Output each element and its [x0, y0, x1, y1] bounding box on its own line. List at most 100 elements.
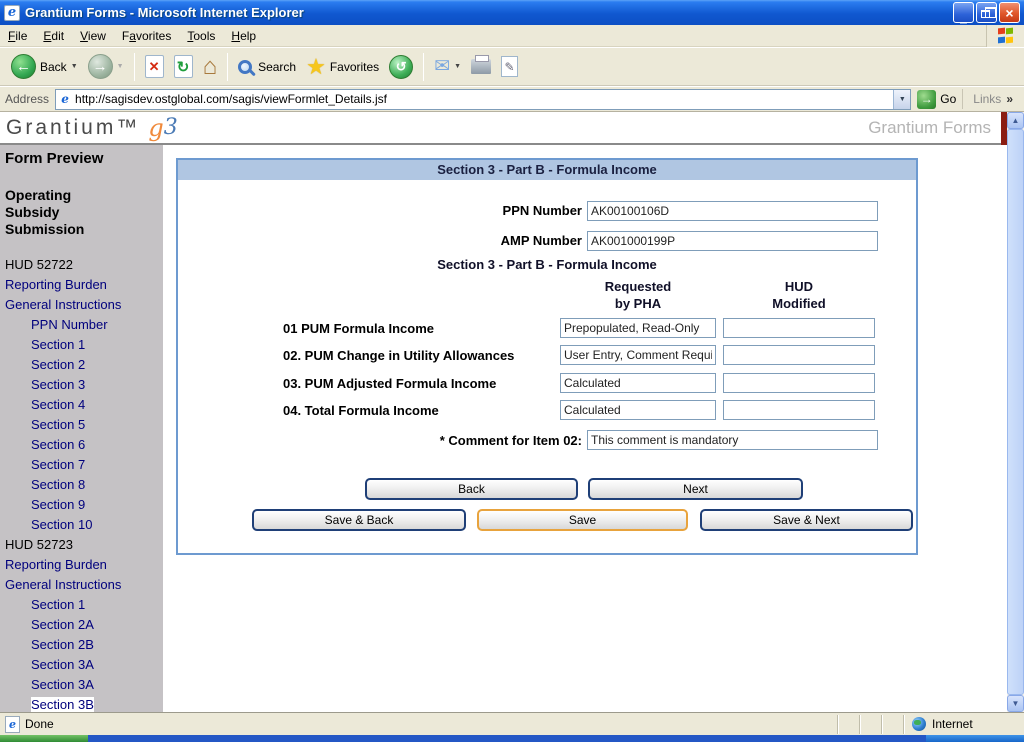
grantium-logo: Grantium™ — [6, 116, 140, 140]
search-icon — [238, 60, 252, 74]
sidebar-item-section-5[interactable]: Section 5 — [5, 415, 163, 435]
comment-input[interactable] — [587, 430, 878, 450]
links-menu[interactable]: Links » — [962, 89, 1019, 109]
restore-button[interactable] — [976, 2, 997, 23]
ppn-number-input[interactable] — [587, 201, 878, 221]
home-button[interactable]: ⌂ — [198, 53, 223, 81]
favorites-button[interactable]: ★ Favorites — [301, 54, 384, 80]
table-section-title: Section 3 - Part B - Formula Income — [178, 257, 916, 272]
sidebar-item-operating-subsidy-submission: Operating Subsidy Submission — [5, 187, 113, 238]
menu-tools[interactable]: Tools — [179, 27, 223, 45]
address-bar: Address e ▼ → Go Links » — [0, 87, 1024, 112]
save-button[interactable]: Save — [477, 509, 688, 531]
sidebar-item-form-preview: Form Preview — [5, 150, 163, 167]
hud-modified-input[interactable] — [723, 400, 875, 420]
logo-g: g — [148, 114, 163, 142]
sidebar-item-section-6[interactable]: Section 6 — [5, 435, 163, 455]
mail-icon: ✉ — [434, 55, 450, 78]
form-row: 01 PUM Formula Income — [178, 318, 916, 340]
sidebar-item-section-2a[interactable]: Section 2A — [5, 615, 163, 635]
sidebar-item-ppn-number[interactable]: PPN Number — [5, 315, 163, 335]
minimize-button[interactable]: _ — [953, 2, 974, 23]
forward-button[interactable]: → ▼ — [83, 52, 129, 81]
go-button[interactable]: → Go — [917, 90, 956, 109]
status-cell — [859, 715, 881, 734]
address-label: Address — [5, 92, 49, 106]
search-label: Search — [258, 60, 296, 74]
forward-icon: → — [88, 54, 113, 79]
form-section-header: Section 3 - Part B - Formula Income — [178, 160, 916, 180]
mail-button[interactable]: ✉ ▼ — [429, 53, 466, 80]
browser-toolbar: ← Back ▼ → ▼ ✕ ↻ ⌂ Search ★ Favorites ↺ — [0, 48, 1024, 86]
menu-view[interactable]: View — [72, 27, 114, 45]
page-content: Form Preview Operating Subsidy Submission… — [0, 145, 1007, 712]
sidebar-item-section-3a[interactable]: Section 3A — [5, 655, 163, 675]
sidebar-item-section-1[interactable]: Section 1 — [5, 595, 163, 615]
sidebar-item-section-2b[interactable]: Section 2B — [5, 635, 163, 655]
forward-dropdown-icon[interactable]: ▼ — [117, 63, 124, 70]
mail-dropdown-icon[interactable]: ▼ — [454, 63, 461, 70]
back-dropdown-icon[interactable]: ▼ — [71, 63, 78, 70]
vertical-scrollbar[interactable]: ▲ ▼ — [1007, 112, 1024, 712]
save-and-back-button[interactable]: Save & Back — [252, 509, 466, 531]
back-icon: ← — [11, 54, 36, 79]
sidebar-item-hud-52722: HUD 52722 — [5, 255, 163, 275]
sidebar-item-section-2[interactable]: Section 2 — [5, 355, 163, 375]
menu-favorites[interactable]: Favorites — [114, 27, 179, 45]
hud-modified-input[interactable] — [723, 373, 875, 393]
menu-help[interactable]: Help — [223, 27, 264, 45]
sidebar-item-section-4[interactable]: Section 4 — [5, 395, 163, 415]
sidebar-item-section-3[interactable]: Section 3 — [5, 375, 163, 395]
history-button[interactable]: ↺ — [384, 53, 418, 81]
status-zone-cell: Internet — [903, 715, 1021, 734]
sidebar-item-section-1[interactable]: Section 1 — [5, 335, 163, 355]
requested-by-pha-input[interactable] — [560, 373, 716, 393]
app-name-right: Grantium Forms — [868, 118, 1001, 138]
links-chevron-icon[interactable]: » — [1006, 92, 1013, 106]
start-button-fragment[interactable] — [0, 735, 88, 742]
requested-by-pha-input[interactable] — [560, 345, 716, 365]
sidebar-item-section-3a[interactable]: Section 3A — [5, 675, 163, 695]
address-input-box: e ▼ — [55, 89, 911, 110]
stop-button[interactable]: ✕ — [140, 53, 169, 80]
hud-modified-input[interactable] — [723, 345, 875, 365]
amp-number-input[interactable] — [587, 231, 878, 251]
close-button[interactable]: × — [999, 2, 1020, 23]
requested-by-pha-input[interactable] — [560, 400, 716, 420]
refresh-button[interactable]: ↻ — [169, 53, 198, 80]
hud-modified-input[interactable] — [723, 318, 875, 338]
scrollbar-thumb[interactable] — [1007, 129, 1024, 695]
sidebar-item-general-instructions[interactable]: General Instructions — [5, 295, 163, 315]
row-label: 01 PUM Formula Income — [283, 318, 434, 339]
print-icon — [471, 59, 491, 74]
sidebar-item-section-8[interactable]: Section 8 — [5, 475, 163, 495]
scroll-down-icon[interactable]: ▼ — [1007, 695, 1024, 712]
scroll-up-icon[interactable]: ▲ — [1007, 112, 1024, 129]
menu-edit[interactable]: Edit — [35, 27, 72, 45]
next-form-button[interactable]: Next — [588, 478, 803, 500]
address-dropdown-button[interactable]: ▼ — [893, 90, 910, 109]
address-input[interactable] — [75, 91, 893, 108]
back-form-button[interactable]: Back — [365, 478, 578, 500]
ie-page-icon: e — [58, 92, 72, 106]
requested-by-pha-input[interactable] — [560, 318, 716, 338]
search-button[interactable]: Search — [233, 58, 301, 76]
print-button[interactable] — [466, 57, 496, 76]
toolbar-separator — [134, 53, 135, 81]
edit-button[interactable]: ✎ — [496, 54, 523, 79]
sidebar-item-reporting-burden[interactable]: Reporting Burden — [5, 275, 163, 295]
menu-file[interactable]: File — [0, 27, 35, 45]
status-left-cell: e Done — [3, 716, 837, 733]
sidebar-item-reporting-burden[interactable]: Reporting Burden — [5, 555, 163, 575]
sidebar-item-section-3b[interactable]: Section 3B — [5, 695, 163, 712]
sidebar-item-section-10[interactable]: Section 10 — [5, 515, 163, 535]
sidebar-item-general-instructions[interactable]: General Instructions — [5, 575, 163, 595]
row-label: 02. PUM Change in Utility Allowances — [283, 345, 514, 366]
back-button[interactable]: ← Back ▼ — [6, 52, 83, 81]
sidebar-item-section-7[interactable]: Section 7 — [5, 455, 163, 475]
status-text: Done — [25, 717, 54, 731]
sidebar-item-section-9[interactable]: Section 9 — [5, 495, 163, 515]
save-and-next-button[interactable]: Save & Next — [700, 509, 913, 531]
browser-window: e Grantium Forms - Microsoft Internet Ex… — [0, 0, 1024, 742]
system-tray-fragment — [926, 735, 1024, 742]
